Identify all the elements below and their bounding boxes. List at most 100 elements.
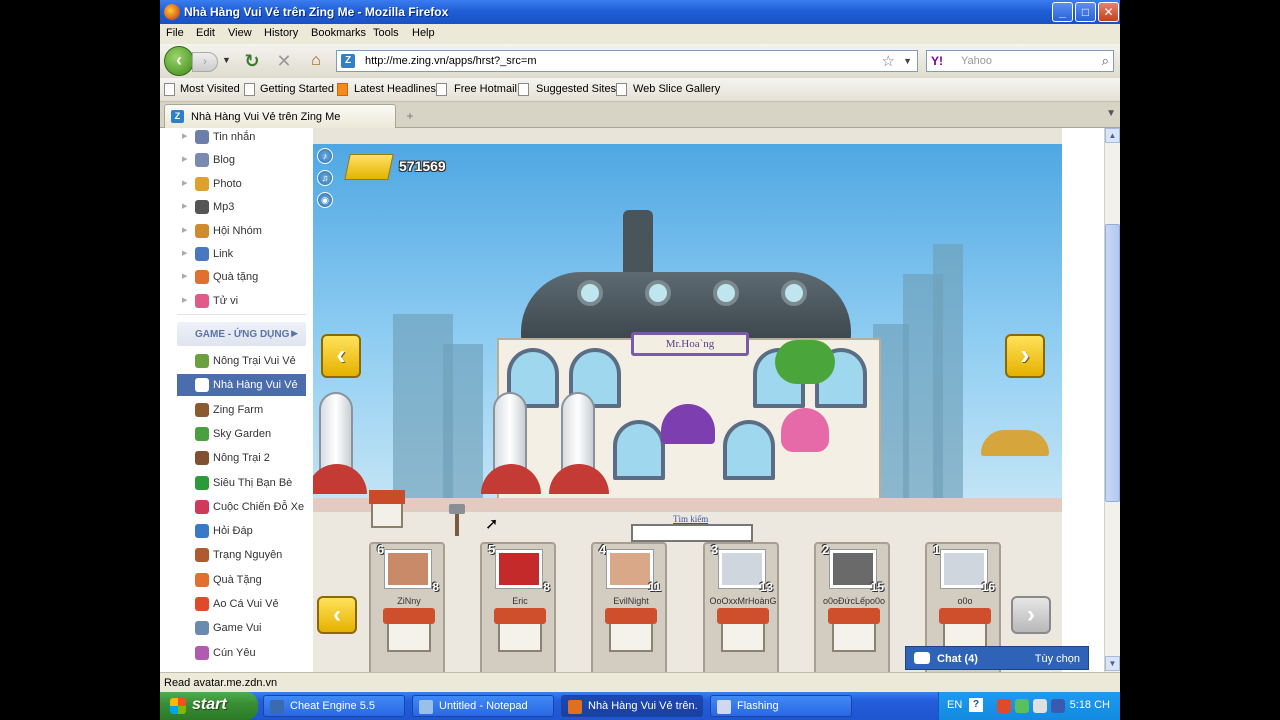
taskbar-button[interactable]: Untitled - Notepad xyxy=(412,695,554,717)
search-bar[interactable]: Y! Yahoo ⌕ xyxy=(926,50,1114,72)
sound-toggle-icon[interactable]: ♪ xyxy=(317,148,333,164)
back-button[interactable]: ‹ xyxy=(164,46,194,76)
menu-edit[interactable]: Edit xyxy=(196,27,215,39)
sidebar-app-item[interactable]: Siêu Thị Bạn Bè xyxy=(177,472,306,494)
bookmark-free-hotmail[interactable]: Free Hotmail xyxy=(454,83,517,95)
sidebar-app-item[interactable]: Sky Garden xyxy=(177,423,306,445)
taskbar-button[interactable]: Nhà Hàng Vui Vẻ trên... xyxy=(561,695,703,717)
sidebar-app-item[interactable]: Quà Tặng xyxy=(177,569,306,591)
search-icon[interactable]: ⌕ xyxy=(1102,53,1109,69)
bookmark-web-slice-gallery[interactable]: Web Slice Gallery xyxy=(633,83,720,95)
taskbar-button[interactable]: Cheat Engine 5.5 xyxy=(263,695,405,717)
tray-app-icon[interactable] xyxy=(1051,699,1065,713)
bookmark-most-visited[interactable]: Most Visited xyxy=(180,83,240,95)
scroll-left-button[interactable]: ‹ xyxy=(321,334,361,378)
menu-bookmarks[interactable]: Bookmarks xyxy=(311,27,366,39)
sidebar-app-item[interactable]: Trạng Nguyên xyxy=(177,544,306,566)
visit-restaurant-house-icon[interactable] xyxy=(828,608,880,652)
tab-list-icon[interactable]: ▼ xyxy=(1106,108,1116,119)
close-button[interactable]: ✕ xyxy=(1098,2,1119,22)
sidebar-item[interactable]: ▶ Link xyxy=(160,243,308,265)
chat-bar[interactable]: Chat (4) Tùy chọn xyxy=(905,646,1089,670)
bookmark-latest-headlines[interactable]: Latest Headlines xyxy=(354,83,436,95)
friend-avatar[interactable] xyxy=(830,550,876,588)
friend-card[interactable]: 2 15 o0oĐứcLếpo0o xyxy=(814,542,890,672)
menu-history[interactable]: History xyxy=(264,27,298,39)
menu-file[interactable]: File xyxy=(166,27,184,39)
sidebar-item[interactable]: ▶ Quà tặng xyxy=(160,266,308,288)
new-tab-button[interactable]: + xyxy=(400,106,420,126)
scroll-up-icon[interactable]: ▲ xyxy=(1105,128,1120,143)
sidebar-item[interactable]: ▶ Photo xyxy=(160,173,308,195)
stop-icon[interactable]: ✕ xyxy=(274,51,294,71)
home-icon[interactable]: ⌂ xyxy=(306,51,326,71)
friend-card[interactable]: 5 8 Eric xyxy=(480,542,556,672)
octopus-decoration[interactable] xyxy=(781,408,829,452)
visit-restaurant-house-icon[interactable] xyxy=(717,608,769,652)
sidebar-app-item[interactable]: Nông Trại 2 xyxy=(177,447,306,469)
friend-search-input[interactable] xyxy=(631,524,753,542)
sidebar-section-games[interactable]: GAME - ỨNG DỤNG ▶ xyxy=(177,322,306,346)
friend-card[interactable]: 3 13 OoOxxMrHoànG xyxy=(703,542,779,672)
menu-view[interactable]: View xyxy=(228,27,252,39)
bookmark-suggested-sites[interactable]: Suggested Sites xyxy=(536,83,616,95)
menu-tools[interactable]: Tools xyxy=(373,27,399,39)
tray-app-icon[interactable] xyxy=(997,699,1011,713)
vertical-scrollbar[interactable]: ▲ ▼ xyxy=(1104,128,1120,672)
sidebar-item[interactable]: ▶ Hội Nhóm xyxy=(160,220,308,242)
sidebar-app-item[interactable]: Hỏi Đáp xyxy=(177,520,306,542)
sidebar-app-item[interactable]: Cún Yêu xyxy=(177,642,306,664)
sidebar-app-item[interactable]: Ao Cá Vui Vẻ xyxy=(177,593,306,615)
history-dropdown-icon[interactable]: ▼ xyxy=(222,55,231,65)
friend-avatar[interactable] xyxy=(941,550,987,588)
forward-button[interactable]: › xyxy=(192,52,218,72)
friend-card[interactable]: 4 11 EvilNight xyxy=(591,542,667,672)
bookmark-getting-started[interactable]: Getting Started xyxy=(260,83,334,95)
search-placeholder[interactable]: Yahoo xyxy=(961,55,992,67)
friend-avatar[interactable] xyxy=(719,550,765,588)
friend-avatar[interactable] xyxy=(385,550,431,588)
sidebar-app-item[interactable]: Nhà Hàng Vui Vẻ xyxy=(177,374,306,397)
address-bar[interactable]: Z http://me.zing.vn/apps/hrst?_src=m ☆ ▼ xyxy=(336,50,918,72)
game-area[interactable]: ♪ ♫ ◉ 571569 Mr.Hoa`ng ‹ › ➚ Tìm kiếm ‹ … xyxy=(313,128,1062,672)
menu-help[interactable]: Help xyxy=(412,27,435,39)
visit-restaurant-house-icon[interactable] xyxy=(494,608,546,652)
reload-icon[interactable]: ↻ xyxy=(242,51,262,71)
friends-prev-button[interactable]: ‹ xyxy=(317,596,357,634)
minimize-button[interactable]: _ xyxy=(1052,2,1073,22)
sidebar-item[interactable]: ▶ Mp3 xyxy=(160,196,308,218)
bookmark-star-icon[interactable]: ☆ xyxy=(882,52,895,70)
friend-avatar[interactable] xyxy=(496,550,542,588)
tray-app-icon[interactable] xyxy=(1015,699,1029,713)
sidebar-item[interactable]: ▶ Tin nhắn xyxy=(160,128,308,148)
scroll-down-icon[interactable]: ▼ xyxy=(1105,656,1120,671)
quality-toggle-icon[interactable]: ◉ xyxy=(317,192,333,208)
language-indicator[interactable]: EN xyxy=(947,699,962,711)
url-dropdown-icon[interactable]: ▼ xyxy=(903,56,912,66)
friend-card[interactable]: 6 8 ZiNny xyxy=(369,542,445,672)
sidebar-app-item[interactable]: Nông Trại Vui Vẻ xyxy=(177,350,306,372)
yahoo-icon[interactable]: Y! xyxy=(931,54,943,68)
visit-restaurant-house-icon[interactable] xyxy=(383,608,435,652)
game-scene[interactable]: ♪ ♫ ◉ 571569 Mr.Hoa`ng ‹ › xyxy=(313,128,1062,514)
chat-label[interactable]: Chat (4) xyxy=(937,653,978,665)
scroll-right-button[interactable]: › xyxy=(1005,334,1045,378)
help-icon[interactable]: ? xyxy=(969,698,983,712)
tab-zing-restaurant[interactable]: Z Nhà Hàng Vui Vẻ trên Zing Me xyxy=(164,104,396,128)
chat-options-link[interactable]: Tùy chọn xyxy=(1035,653,1080,665)
hammer-icon[interactable] xyxy=(447,502,467,536)
url-text[interactable]: http://me.zing.vn/apps/hrst?_src=m xyxy=(365,55,537,67)
music-toggle-icon[interactable]: ♫ xyxy=(317,170,333,186)
sidebar-item[interactable]: ▶ Tử vi xyxy=(160,290,308,312)
taskbar-button[interactable]: Flashing xyxy=(710,695,852,717)
tray-app-icon[interactable] xyxy=(1033,699,1047,713)
maximize-button[interactable]: □ xyxy=(1075,2,1096,22)
sidebar-app-item[interactable]: Cuộc Chiến Đỗ Xe xyxy=(177,496,306,518)
start-button[interactable]: start xyxy=(160,692,258,720)
scroll-thumb[interactable] xyxy=(1105,224,1120,502)
friend-avatar[interactable] xyxy=(607,550,653,588)
sidebar-app-item[interactable]: Game Vui xyxy=(177,617,306,639)
friends-next-button[interactable]: › xyxy=(1011,596,1051,634)
sidebar-app-item[interactable]: Zing Farm xyxy=(177,399,306,421)
home-house-icon[interactable] xyxy=(369,490,405,528)
